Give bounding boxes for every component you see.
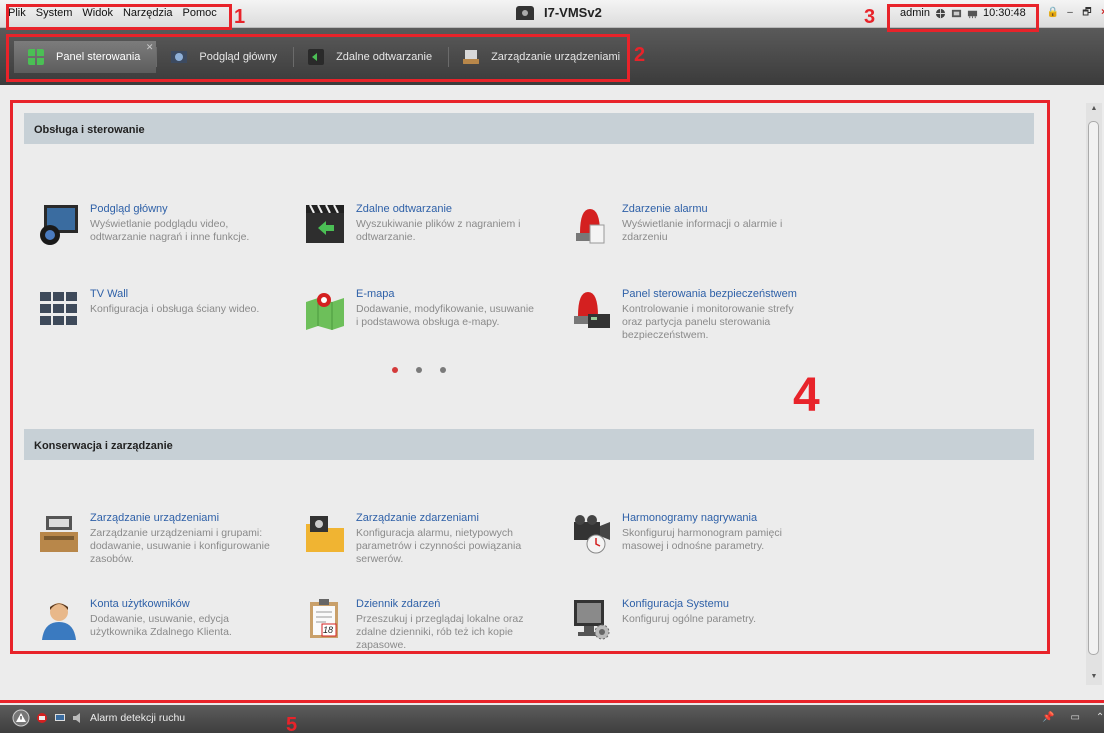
annotation-number: 2 xyxy=(634,44,646,66)
monitor-alert-icon[interactable] xyxy=(54,712,66,724)
annotation-number: 5 xyxy=(286,714,298,733)
camera-logo-icon xyxy=(516,5,534,20)
warning-icon[interactable] xyxy=(12,709,30,727)
annotation-box-menu xyxy=(6,4,232,30)
window-icon[interactable]: ▭ xyxy=(1070,712,1079,723)
close-button[interactable]: × xyxy=(1097,5,1104,21)
minimize-button[interactable]: – xyxy=(1063,5,1077,21)
app-title: I7-VMSv2 xyxy=(516,5,602,20)
bottom-alarm-bar: Alarm detekcji ruchu 📌 ▭ ⌃ xyxy=(0,705,1104,733)
alarm-status-text: Alarm detekcji ruchu xyxy=(90,712,186,724)
annotation-box-status xyxy=(887,4,1039,32)
restore-button[interactable]: 🗗 xyxy=(1080,5,1094,21)
pin-icon[interactable]: 📌 xyxy=(1042,712,1054,723)
annotation-number: 4 xyxy=(793,369,820,422)
annotation-number: 3 xyxy=(864,6,876,28)
annotation-number: 1 xyxy=(234,6,246,28)
window-controls: 🔒 – 🗗 × xyxy=(1046,5,1104,21)
scroll-thumb[interactable] xyxy=(1088,121,1099,655)
expand-icon[interactable]: ⌃ xyxy=(1096,712,1104,723)
app-title-text: I7-VMSv2 xyxy=(544,5,602,20)
scroll-up-arrow-icon[interactable]: ▲ xyxy=(1088,105,1100,115)
annotation-line-bottom xyxy=(0,700,1104,706)
vertical-scrollbar[interactable]: ▲ ▼ xyxy=(1086,103,1102,685)
lock-icon[interactable]: 🔒 xyxy=(1046,5,1060,21)
annotation-box-main xyxy=(10,100,1050,654)
alarm-bell-icon[interactable] xyxy=(36,712,48,724)
annotation-box-tabs xyxy=(6,34,630,82)
scroll-down-arrow-icon[interactable]: ▼ xyxy=(1088,673,1100,683)
speaker-icon[interactable] xyxy=(72,712,84,724)
